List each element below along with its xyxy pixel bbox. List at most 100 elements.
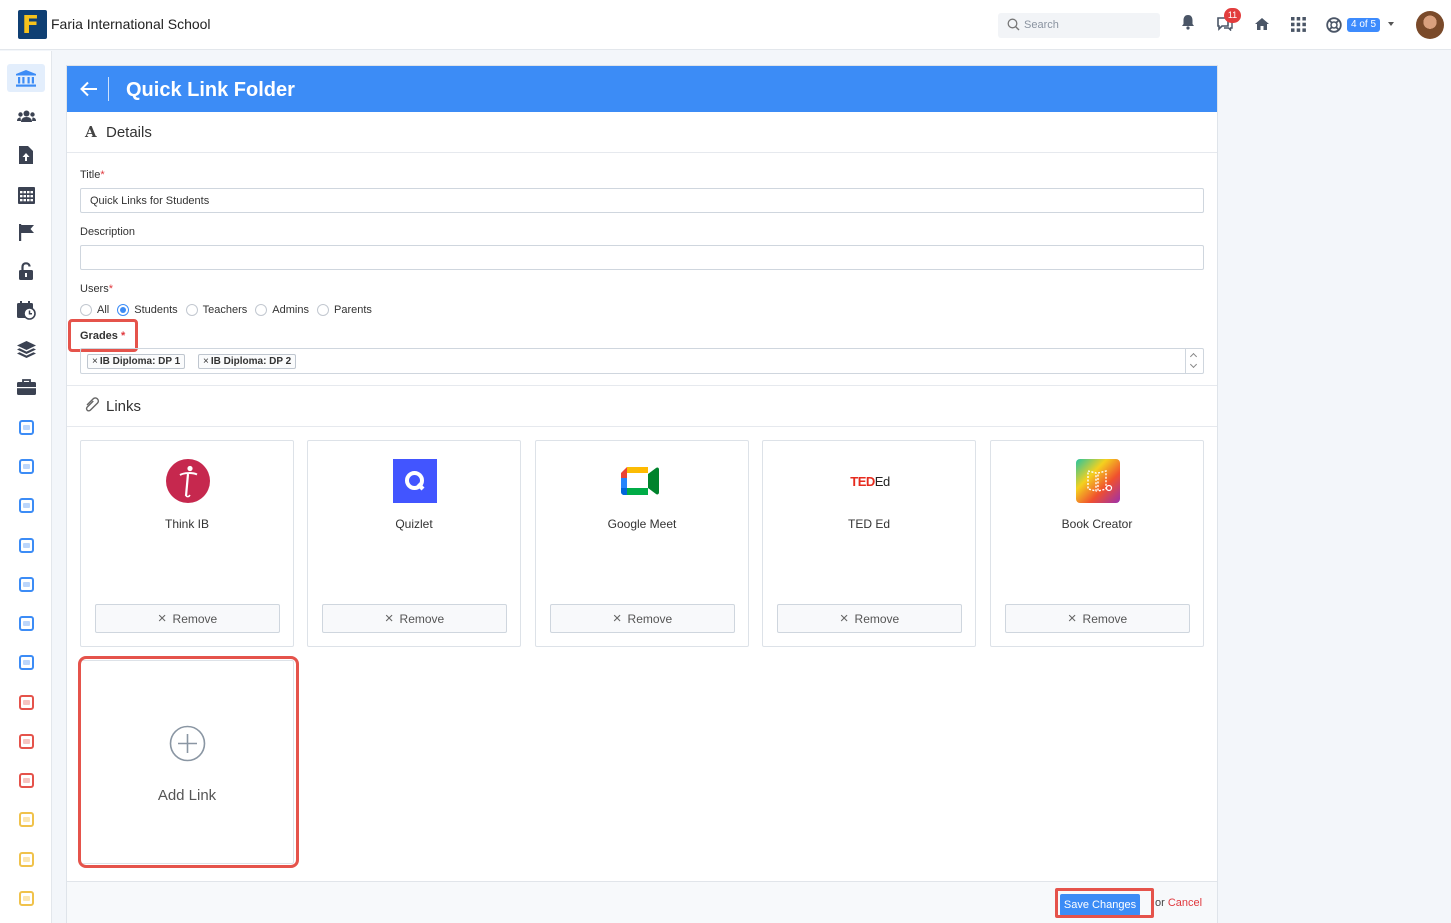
- app-yellow3-icon: [18, 890, 34, 906]
- paperclip-icon: [85, 397, 100, 412]
- link-card-book-creator[interactable]: Book Creator × Remove: [990, 440, 1204, 647]
- grade-tag-dp1[interactable]: × IB Diploma: DP 1: [87, 354, 186, 369]
- sidebar-item-access[interactable]: [7, 257, 45, 285]
- users-radio-parents[interactable]: [316, 304, 329, 316]
- lifebuoy-icon[interactable]: [1326, 17, 1342, 33]
- sidebar-item-institution[interactable]: [7, 64, 45, 92]
- sidebar-item-app-red1[interactable]: [7, 688, 45, 716]
- users-radio-teachers[interactable]: [185, 304, 198, 316]
- link-card-ted-ed[interactable]: TED Ed TED Ed × Remove: [762, 440, 976, 647]
- app-red1-icon: [18, 694, 34, 710]
- remove-tag-icon[interactable]: ×: [92, 356, 98, 367]
- sidebar-item-app-cp[interactable]: [7, 452, 45, 480]
- grades-dropdown-toggle[interactable]: [1185, 349, 1203, 373]
- app-ed2-icon: [18, 615, 34, 631]
- apps-grid-icon[interactable]: [1291, 17, 1306, 32]
- close-icon: ×: [1067, 609, 1077, 627]
- link-name: Google Meet: [607, 517, 677, 531]
- sidebar: [0, 51, 52, 923]
- sidebar-item-app-ed3[interactable]: [7, 648, 45, 676]
- links-section-title: Links: [106, 398, 142, 415]
- users-radio-admins[interactable]: [255, 304, 268, 316]
- book-creator-logo-icon: [1076, 459, 1120, 503]
- calendar-grid-icon: [17, 186, 35, 204]
- link-card-quizlet[interactable]: Quizlet × Remove: [307, 440, 521, 647]
- form-footer: Save Changes or Cancel: [67, 881, 1217, 923]
- app-yellow2-icon: [18, 851, 34, 867]
- link-name: Book Creator: [1061, 517, 1133, 531]
- save-button-highlight: [1055, 888, 1154, 918]
- or-cancel-text: or Cancel: [1155, 897, 1203, 909]
- link-card-think-ib[interactable]: Think IB × Remove: [80, 440, 294, 647]
- remove-link-button[interactable]: × Remove: [95, 604, 280, 633]
- cancel-link[interactable]: Cancel: [1168, 897, 1202, 909]
- font-letter-icon: A: [84, 124, 97, 139]
- description-input[interactable]: [80, 245, 1204, 270]
- briefcase-icon: [16, 379, 36, 395]
- title-input[interactable]: Quick Links for Students: [80, 188, 1204, 213]
- sidebar-item-app-red2[interactable]: [7, 727, 45, 755]
- details-section-title: Details: [106, 124, 152, 141]
- users-label: Users*: [80, 283, 114, 295]
- sidebar-item-schedule[interactable]: [7, 296, 45, 324]
- search-input[interactable]: Search: [998, 13, 1160, 38]
- sidebar-item-app-yellow3[interactable]: [7, 884, 45, 912]
- close-icon: ×: [157, 609, 167, 627]
- header-divider: [108, 77, 109, 101]
- school-logo-icon[interactable]: F: [18, 10, 47, 39]
- search-placeholder: Search: [1024, 19, 1059, 31]
- remove-link-button[interactable]: × Remove: [1005, 604, 1190, 633]
- sidebar-item-files[interactable]: [7, 141, 45, 169]
- users-radio-group: All Students Teachers Admins Parents: [80, 303, 372, 317]
- calendar-clock-icon: [16, 300, 36, 320]
- remove-link-button[interactable]: × Remove: [550, 604, 735, 633]
- sidebar-item-app-red3[interactable]: [7, 766, 45, 794]
- link-card-google-meet[interactable]: Google Meet × Remove: [535, 440, 749, 647]
- app-yellow1-icon: [18, 811, 34, 827]
- grade-tag-dp2[interactable]: × IB Diploma: DP 2: [198, 354, 297, 369]
- description-label: Description: [80, 226, 136, 238]
- remove-tag-icon[interactable]: ×: [203, 356, 209, 367]
- app-dp-icon: [18, 419, 34, 435]
- back-arrow-icon[interactable]: [79, 79, 99, 99]
- users-radio-all[interactable]: [80, 304, 92, 316]
- close-icon: ×: [839, 609, 849, 627]
- link-name: Quizlet: [395, 517, 433, 531]
- sidebar-item-app-dp[interactable]: [7, 413, 45, 441]
- remove-link-button[interactable]: × Remove: [777, 604, 962, 633]
- account-switcher-pill[interactable]: 4 of 5: [1347, 18, 1381, 32]
- sidebar-item-portfolio[interactable]: [7, 373, 45, 401]
- bell-icon[interactable]: [1181, 14, 1195, 30]
- user-avatar[interactable]: [1416, 11, 1444, 39]
- institution-icon: [16, 69, 36, 87]
- grades-multiselect[interactable]: × IB Diploma: DP 1 × IB Diploma: DP 2: [80, 348, 1204, 374]
- sidebar-item-app-yellow1[interactable]: [7, 805, 45, 833]
- sidebar-item-app-ed1[interactable]: [7, 570, 45, 598]
- sidebar-item-app-pyp[interactable]: [7, 531, 45, 559]
- quick-link-folder-panel: Quick Link Folder A Details Title* Quick…: [66, 65, 1218, 923]
- panel-header: Quick Link Folder: [67, 66, 1217, 112]
- layers-icon: [16, 340, 36, 358]
- users-option-all: All: [97, 304, 110, 316]
- chevron-down-icon[interactable]: [1388, 22, 1394, 26]
- sidebar-item-app-ed2[interactable]: [7, 609, 45, 637]
- sidebar-item-flags[interactable]: [7, 218, 45, 246]
- sidebar-item-app-myp[interactable]: [7, 491, 45, 519]
- sidebar-item-layers[interactable]: [7, 335, 45, 363]
- app-myp-icon: [18, 497, 34, 513]
- link-name: Think IB: [164, 517, 209, 531]
- home-icon[interactable]: [1254, 17, 1270, 31]
- details-section-header: A Details: [67, 112, 1217, 153]
- remove-link-button[interactable]: × Remove: [322, 604, 507, 633]
- users-icon: [16, 110, 36, 122]
- users-option-teachers: Teachers: [202, 304, 248, 316]
- users-radio-students[interactable]: [117, 304, 130, 316]
- app-red3-icon: [18, 772, 34, 788]
- sidebar-item-users[interactable]: [7, 102, 45, 130]
- school-name[interactable]: Faria International School: [51, 16, 211, 32]
- app-pyp-icon: [18, 537, 34, 553]
- add-link-highlight: [78, 656, 299, 868]
- quizlet-logo-icon: [393, 459, 437, 503]
- sidebar-item-calendar[interactable]: [7, 181, 45, 209]
- sidebar-item-app-yellow2[interactable]: [7, 845, 45, 873]
